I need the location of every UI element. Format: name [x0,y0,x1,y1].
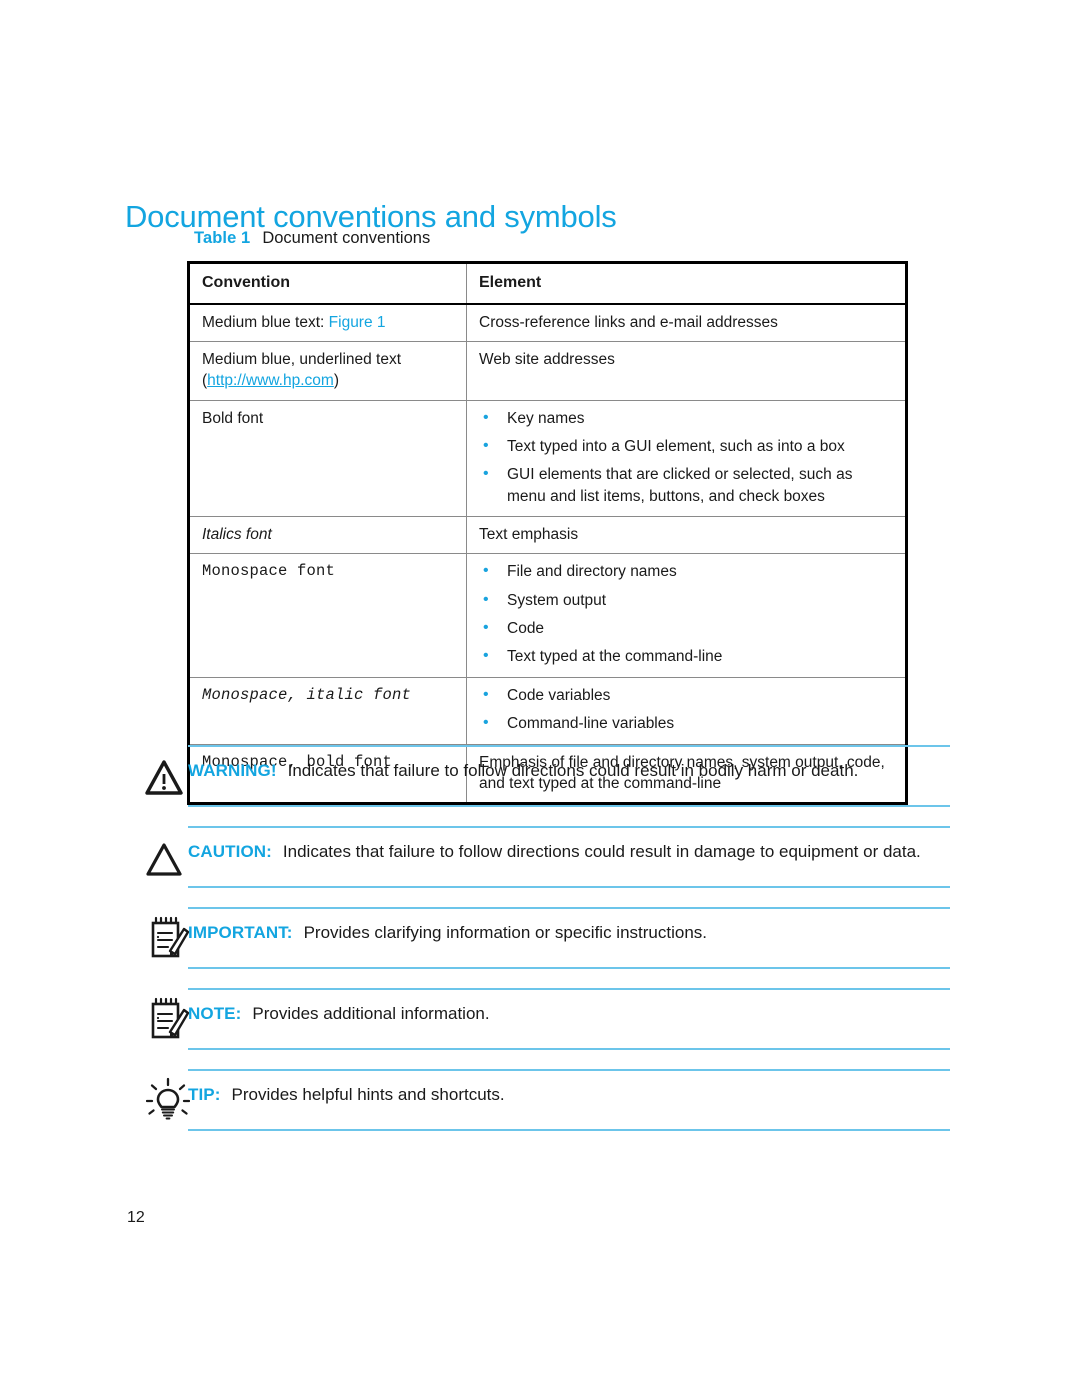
notice-caution: CAUTION: Indicates that failure to follow… [144,826,950,888]
paren-close: ) [333,372,339,390]
list-item: Code [479,617,893,639]
element-bullet-list: File and directory names System output C… [479,560,893,668]
list-item: Command-line variables [479,712,893,734]
convention-prefix-text: Medium blue text: [202,313,329,331]
convention-cell: Monospace font [188,553,467,678]
notice-keyword: TIP: [188,1085,221,1104]
divider [188,886,950,888]
table-row: Italics font Text emphasis [188,516,907,555]
notice-description: Indicates that failure to follow directi… [287,761,859,780]
list-item: GUI elements that are clicked or selecte… [479,463,893,507]
notice-description: Provides clarifying information or speci… [303,923,707,942]
list-item: File and directory names [479,560,893,582]
notice-keyword: NOTE: [188,1004,242,1023]
table-row: Medium blue, underlined text (http://www… [188,341,907,401]
element-cell: Web site addresses [466,341,907,401]
divider [188,826,950,828]
hp-website-link[interactable]: http://www.hp.com [207,372,334,389]
document-conventions-table: Convention Element Medium blue text: Fig… [187,261,908,806]
convention-line-text: Medium blue, underlined text [202,351,402,369]
list-item: Key names [479,407,893,429]
list-item: System output [479,589,893,611]
element-bullet-list: Code variables Command-line variables [479,684,893,735]
notepad-pencil-icon [148,996,190,1047]
figure-reference-link[interactable]: Figure 1 [329,314,386,331]
list-item: Code variables [479,684,893,706]
element-cell: File and directory names System output C… [466,553,907,678]
notice-important: IMPORTANT: Provides clarifying informatio… [144,907,950,969]
element-cell: Cross-reference links and e-mail address… [466,303,907,343]
convention-cell: Medium blue, underlined text (http://www… [188,341,467,401]
table-row: Monospace, italic font Code variables Co… [188,676,907,745]
table-row: Bold font Key names Text typed into a GU… [188,399,907,518]
element-bullet-list: Key names Text typed into a GUI element,… [479,407,893,508]
notice-body: IMPORTANT: Provides clarifying informatio… [188,923,950,943]
notice-warning: WARNING! Indicates that failure to follow… [144,745,950,807]
notice-tip: TIP: Provides helpful hints and shortcuts… [144,1069,950,1131]
notice-description: Provides helpful hints and shortcuts. [231,1085,505,1104]
element-cell: Code variables Command-line variables [466,676,907,745]
table-row: Monospace font File and directory names … [188,553,907,678]
notice-keyword: WARNING! [188,761,277,780]
notice-description: Provides additional information. [252,1004,490,1023]
divider [188,907,950,909]
notice-body: NOTE: Provides additional information. [188,1004,950,1024]
convention-cell: Italics font [188,516,467,555]
divider [188,967,950,969]
divider [188,1048,950,1050]
caution-triangle-icon [144,842,184,883]
divider [188,745,950,747]
list-item: Text typed into a GUI element, such as i… [479,435,893,457]
element-cell: Text emphasis [466,516,907,555]
convention-cell: Medium blue text: Figure 1 [188,303,467,343]
warning-triangle-icon [144,759,184,802]
column-header-element: Element [466,261,907,305]
divider [188,1069,950,1071]
table-caption: Table 1 Document conventions [194,229,430,248]
list-item: Text typed at the command-line [479,645,893,667]
divider [188,805,950,807]
notice-body: CAUTION: Indicates that failure to follow… [188,842,950,862]
convention-cell: Bold font [188,399,467,518]
notice-description: Indicates that failure to follow directi… [282,842,921,861]
notice-keyword: IMPORTANT: [188,923,293,942]
convention-cell: Monospace, italic font [188,676,467,745]
lightbulb-icon [145,1077,191,1128]
notice-body: WARNING! Indicates that failure to follow… [188,761,950,781]
notepad-pencil-icon [148,915,190,966]
notice-keyword: CAUTION: [188,842,272,861]
column-header-convention: Convention [188,261,467,305]
notice-body: TIP: Provides helpful hints and shortcuts… [188,1085,950,1105]
table-caption-text: Document conventions [262,229,431,247]
element-cell: Key names Text typed into a GUI element,… [466,399,907,518]
divider [188,988,950,990]
notice-note: NOTE: Provides additional information. [144,988,950,1050]
table-row: Medium blue text: Figure 1 Cross-referen… [188,303,907,343]
table-header-row: Convention Element [188,261,907,305]
document-page: Document conventions and symbols Table 1… [0,0,1080,1397]
table-caption-label: Table 1 [194,229,251,247]
page-number: 12 [127,1209,145,1226]
divider [188,1129,950,1131]
